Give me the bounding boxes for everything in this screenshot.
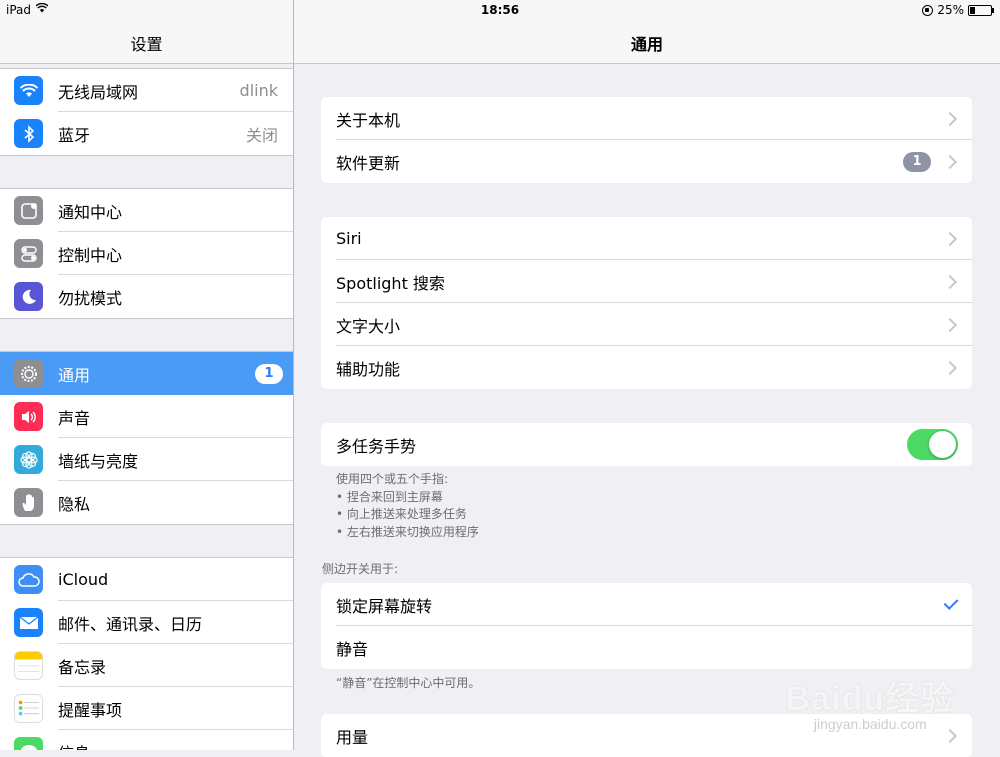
sidebar-badge: 1 [255, 363, 283, 384]
sidebar-item[interactable]: 邮件、通讯录、日历 [0, 601, 293, 644]
siri-label: Siri [336, 229, 362, 248]
software-update-label: 软件更新 [336, 153, 401, 173]
sidebar-item-label: 隐私 [58, 494, 91, 514]
mail-icon [14, 608, 43, 637]
multitask-label: 多任务手势 [336, 436, 417, 456]
sidebar-item[interactable]: 通知中心 [0, 189, 293, 232]
chevron-right-icon [942, 154, 958, 169]
mute-label: 静音 [336, 639, 369, 659]
sidebar-item-label: 信息 [58, 740, 293, 751]
lock-rotation-row[interactable]: 锁定屏幕旋转 [321, 583, 972, 626]
side-switch-header: 侧边开关用于: [322, 562, 399, 576]
multitask-note: 使用四个或五个手指: • 捏合来回到主屏幕 • 向上推送来处理多任务 • 左右推… [336, 471, 479, 541]
wifi-icon [14, 76, 43, 105]
clock: 18:56 [480, 3, 520, 17]
accessibility-row[interactable]: 辅助功能 [321, 346, 972, 389]
settings-sidebar: 设置 无线局域网 dlink 蓝牙 关闭通知中心控制中心勿扰模式通用 1 声音墙纸与亮度隐… [0, 0, 294, 750]
chevron-right-icon [942, 317, 958, 332]
siri-accessibility-group: Siri Spotlight 搜索 文字大小 辅助功能 [321, 217, 972, 389]
siri-row[interactable]: Siri [321, 217, 972, 260]
sidebar-item[interactable]: 信息 [0, 730, 293, 750]
side-switch-group: 锁定屏幕旋转 静音 [321, 583, 972, 669]
sidebar-item[interactable]: iCloud [0, 558, 293, 601]
sidebar-item[interactable]: 通用 1 [0, 352, 293, 395]
bluetooth-icon [14, 119, 43, 148]
sidebar-item[interactable]: 提醒事项 [0, 687, 293, 730]
messages-icon [14, 737, 43, 750]
watermark-logo: Baidu经验 [785, 680, 955, 718]
sidebar-item[interactable]: 控制中心 [0, 232, 293, 275]
sidebar-item[interactable]: 墙纸与亮度 [0, 438, 293, 481]
chevron-right-icon [942, 231, 958, 246]
flower-icon [14, 445, 43, 474]
reminders-icon [14, 694, 43, 723]
sidebar-group: 通用 1 声音墙纸与亮度隐私 [0, 351, 293, 525]
software-update-row[interactable]: 软件更新 1 [321, 140, 972, 183]
chevron-right-icon [942, 360, 958, 375]
spotlight-row[interactable]: Spotlight 搜索 [321, 260, 972, 303]
sidebar-group: 通知中心控制中心勿扰模式 [0, 188, 293, 319]
baidu-watermark: Baidu经验 jingyan.baidu.com [786, 671, 955, 732]
note-line: • 向上推送来处理多任务 [336, 507, 467, 521]
text-size-label: 文字大小 [336, 316, 401, 336]
chevron-right-icon [942, 274, 958, 289]
multitask-toggle[interactable] [907, 429, 958, 460]
update-badge: 1 [903, 151, 931, 172]
sidebar-item-label: 蓝牙 [58, 125, 91, 145]
sidebar-item-label: iCloud [58, 570, 109, 589]
lock-rotation-label: 锁定屏幕旋转 [336, 596, 433, 616]
sidebar-group: iCloud 邮件、通讯录、日历备忘录提醒事项信息 [0, 557, 293, 750]
sidebar-item-value: dlink [239, 81, 278, 100]
notes-icon [14, 651, 43, 680]
about-label: 关于本机 [336, 110, 401, 130]
sidebar-item-label: 声音 [58, 408, 91, 428]
sidebar-item[interactable]: 备忘录 [0, 644, 293, 687]
note-line: 使用四个或五个手指: [336, 472, 449, 486]
sidebar-item-label: 控制中心 [58, 245, 123, 265]
moon-icon [14, 282, 43, 311]
side-switch-note: “静音”在控制中心中可用。 [336, 676, 481, 690]
battery-icon [968, 4, 994, 16]
cloud-icon [14, 565, 43, 594]
text-size-row[interactable]: 文字大小 [321, 303, 972, 346]
multitask-row: 多任务手势 [321, 423, 972, 466]
sidebar-item[interactable]: 隐私 [0, 481, 293, 524]
about-update-group: 关于本机 软件更新 1 [321, 97, 972, 183]
speaker-icon [14, 402, 43, 431]
sidebar-title: 设置 [130, 35, 163, 54]
spotlight-label: Spotlight 搜索 [336, 273, 445, 293]
hand-icon [14, 488, 43, 517]
accessibility-label: 辅助功能 [336, 359, 401, 379]
sidebar-item[interactable]: 无线局域网 dlink [0, 69, 293, 112]
control-center-icon [14, 239, 43, 268]
battery-percent: 25% [937, 3, 964, 17]
sidebar-item-value: 关闭 [245, 125, 278, 145]
sidebar-item-label: 勿扰模式 [58, 288, 123, 308]
gear-icon [14, 359, 43, 388]
notification-center-icon [14, 196, 43, 225]
sidebar-item-label: 通用 [58, 365, 91, 385]
page-title: 通用 [630, 35, 663, 54]
sidebar-item-label: 无线局域网 [58, 82, 139, 102]
status-bar: iPad 18:56 25% [0, 0, 1000, 20]
note-line: • 左右推送来切换应用程序 [336, 524, 479, 539]
sidebar-item[interactable]: 声音 [0, 395, 293, 438]
sidebar-item[interactable]: 蓝牙 关闭 [0, 112, 293, 155]
sidebar-group: 无线局域网 dlink 蓝牙 关闭 [0, 68, 293, 156]
note-line: • 捏合来回到主屏幕 [336, 489, 443, 504]
chevron-right-icon [942, 111, 958, 126]
sidebar-item-label: 墙纸与亮度 [58, 451, 139, 471]
sidebar-item-label: 邮件、通讯录、日历 [58, 614, 203, 634]
sidebar-item-label: 备忘录 [58, 657, 107, 677]
sidebar-item[interactable]: 勿扰模式 [0, 275, 293, 318]
mute-row[interactable]: 静音 [321, 626, 972, 669]
rotation-lock-icon [922, 4, 934, 16]
general-settings-pane: 通用 关于本机 软件更新 1 Siri Spotlight 搜索 文字大小 辅助 [294, 0, 1000, 757]
sidebar-item-label: 通知中心 [58, 202, 123, 222]
about-row[interactable]: 关于本机 [321, 97, 972, 140]
sidebar-item-label: 提醒事项 [58, 700, 123, 720]
multitask-group: 多任务手势 [321, 423, 972, 466]
